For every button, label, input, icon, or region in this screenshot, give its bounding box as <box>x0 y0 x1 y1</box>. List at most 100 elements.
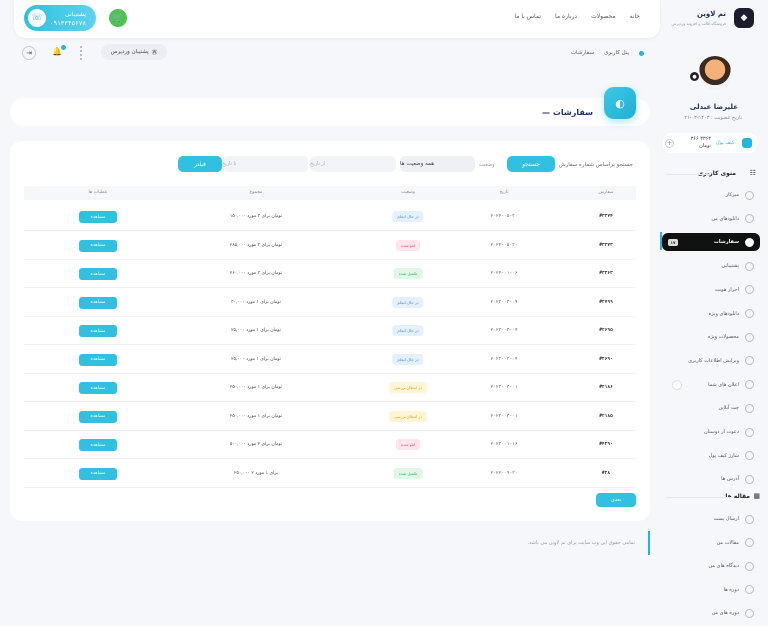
sidebar-item-pencil[interactable]: محصولات ویژه <box>662 328 760 346</box>
nav-about[interactable]: درباره ما <box>555 13 577 20</box>
table-row: #۲۱۸۶ ۲۰۲۳-۰۳-۰۱ ۲۵۰,۰۰۰ تومان برای ۱ مورد… <box>24 374 636 402</box>
sidebar-item-wallet[interactable]: شارژ کیف پول <box>662 447 760 465</box>
view-order-button[interactable]: مشاهده <box>79 467 117 480</box>
table-row: #۲۷۹۹ ۲۰۲۳-۰۳-۰۹ ۳۰,۰۰۰ تومان برای ۱ مورد د… <box>24 289 636 317</box>
col-order: سفارش <box>598 190 614 195</box>
filter-button[interactable]: فیلتر <box>178 156 222 172</box>
order-id: #۲۱۸۶ <box>599 385 613 390</box>
view-order-button[interactable]: مشاهده <box>79 296 117 309</box>
dashboard-icon <box>745 190 754 200</box>
sidebar-item-my-course[interactable]: دوره های من <box>662 604 760 622</box>
wallet-add-button[interactable]: + <box>665 139 674 148</box>
my-course-icon <box>745 608 754 618</box>
sidebar-item-course[interactable]: دوره ها <box>662 581 760 599</box>
order-total: ۲۵۰,۰۰۰ ۲ برای ۱ مورد <box>234 470 278 476</box>
sidebar-item-label: اعلان های شما <box>708 381 739 388</box>
support-phone: ۰۹۱۳۳۴۵۶۷۸ <box>49 20 86 27</box>
wallet-amount-value: ۳۳۶۳ ۳۶۶ <box>690 136 711 142</box>
view-order-button[interactable]: مشاهده <box>79 239 117 252</box>
avatar[interactable] <box>698 56 732 90</box>
order-total: ۳۰,۰۰۰ تومان برای ۱ مورد <box>231 299 281 305</box>
course-icon <box>745 585 754 594</box>
sidebar-item-address[interactable]: آدرس ها <box>662 470 760 488</box>
next-page-button[interactable]: بعدی <box>596 493 636 507</box>
status-badge: تکمیل شده <box>393 467 423 479</box>
status-badge: در حال انجام <box>392 211 424 222</box>
order-id: #۲۷۹۹ <box>599 299 613 305</box>
to-date-input[interactable]: تا تاریخ <box>222 156 308 172</box>
wallet-label: کیف پول <box>716 140 735 146</box>
view-order-button[interactable]: مشاهده <box>79 353 117 366</box>
edit-icon <box>745 356 754 366</box>
support-label: پشتیبانی <box>65 11 86 18</box>
status-badge: در حال انجام <box>392 296 424 308</box>
camera-icon[interactable]: ● <box>690 72 699 81</box>
wp-support-button[interactable]: Ⓦ پشتیبان وردپرس <box>101 44 167 60</box>
status-badge: در انتظار بررسی <box>388 382 428 393</box>
table-row: #۴۲۹۰ ۲۰۲۳-۰۱-۱۶ ۵۰۰,۰۰۰ تومان برای ۲ مورد… <box>24 431 636 459</box>
notification-dot <box>61 45 66 50</box>
sidebar-item-support[interactable]: پشتیبانی <box>662 257 760 275</box>
order-date: ۲۰۲۴-۰۵-۳۰ <box>490 214 518 219</box>
logo-icon[interactable]: ◆ <box>734 8 754 28</box>
wallet-icon <box>742 138 752 148</box>
breadcrumb-orders: سفارشات <box>570 50 595 56</box>
sidebar-item-download[interactable]: دانلودهای من <box>662 210 760 228</box>
view-order-button[interactable]: مشاهده <box>79 325 117 337</box>
sidebar-item-orders[interactable]: سفارشات ۱۷ <box>662 233 760 252</box>
nav-home[interactable]: خانه <box>630 13 640 20</box>
logout-icon[interactable]: ⇥ <box>22 46 36 60</box>
view-order-button[interactable]: مشاهده <box>79 268 117 280</box>
view-order-button[interactable]: مشاهده <box>79 382 117 394</box>
sidebar-item-label: شارژ کیف پول <box>708 452 739 459</box>
bell-icon <box>745 380 754 390</box>
order-date: ۲۰۲۳-۰۳-۰۴ <box>490 328 518 333</box>
sidebar-item-star[interactable]: دانلودهای ویژه <box>662 305 760 323</box>
sidebar-item-invite[interactable]: دعوت از دوستان <box>662 423 760 441</box>
sidebar-item-label: دانلودهای ویژه <box>708 310 739 317</box>
breadcrumb-panel[interactable]: پنل کاربری <box>604 50 629 56</box>
sidebar-item-chat[interactable]: چت آنلاین <box>662 399 760 417</box>
nav-contact[interactable]: تماس با ما <box>514 13 541 20</box>
from-date-input[interactable]: از تاریخ <box>310 156 396 172</box>
order-total: ۲۵۰,۰۰۰ تومان برای ۱ مورد <box>229 385 283 390</box>
support-button[interactable]: ☏ پشتیبانی ۰۹۱۳۳۴۵۶۷۸ <box>24 5 96 31</box>
view-order-button[interactable]: مشاهده <box>79 410 117 423</box>
col-date: تاریخ <box>499 190 509 195</box>
view-order-button[interactable]: مشاهده <box>79 439 117 451</box>
page-title: سفارشات — <box>542 108 593 117</box>
sidebar-item-bell[interactable]: اعلان های شما ۰ <box>662 376 760 394</box>
orders-icon: ◐ <box>604 87 636 119</box>
sidebar-item-comment[interactable]: دیدگاه های من <box>662 557 760 575</box>
sidebar-item-label: آدرس ها <box>721 476 739 483</box>
site-name[interactable]: تم لاوین <box>697 10 726 18</box>
view-order-button[interactable]: مشاهده <box>79 211 117 223</box>
order-id: #۲۱۸۵ <box>599 413 613 419</box>
sidebar-item-label: دوره های من <box>711 610 739 616</box>
search-button[interactable]: جستجو <box>507 156 555 172</box>
chat-icon <box>745 403 754 413</box>
sidebar-item-label: سفارشات <box>713 239 739 246</box>
sidebar-item-edit[interactable]: ویرایش اطلاعات کاربری <box>662 352 760 370</box>
cart-icon[interactable]: 🛒 <box>109 9 127 27</box>
nav-products[interactable]: محصولات <box>591 13 615 20</box>
order-date: ۲۰۲۳-۰۳-۰۹ <box>490 299 518 305</box>
site-tagline: فروشگاه قالب و افزونه وردپرس <box>671 21 727 26</box>
wp-support-label: پشتیبان وردپرس <box>110 49 149 55</box>
search-label: جستجو براساس شماره سفارش <box>558 162 633 168</box>
status-select[interactable]: همه وضعیت ها <box>400 156 475 172</box>
sidebar-item-article[interactable]: مقالات من <box>662 534 760 552</box>
col-status: وضعیت <box>401 190 415 195</box>
page-title-prefix: — <box>542 108 551 117</box>
order-date: ۲۰۲۴-۰۱-۰۶ <box>490 271 518 276</box>
sidebar-item-label: دعوت از دوستان <box>703 429 739 435</box>
pencil-icon <box>745 332 754 342</box>
order-id: #۴۲۹۰ <box>599 442 613 447</box>
sidebar-item-label: چت آنلاین <box>718 405 739 412</box>
divider <box>666 497 732 498</box>
sidebar-item-send[interactable]: ارسال پست <box>662 510 760 528</box>
sidebar-item-id[interactable]: احراز هویت <box>662 281 760 299</box>
sidebar-item-dashboard[interactable]: میزکار <box>662 186 760 204</box>
sidebar-item-label: محصولات ویژه <box>707 334 739 341</box>
status-badge: در حال انجام <box>392 353 424 365</box>
